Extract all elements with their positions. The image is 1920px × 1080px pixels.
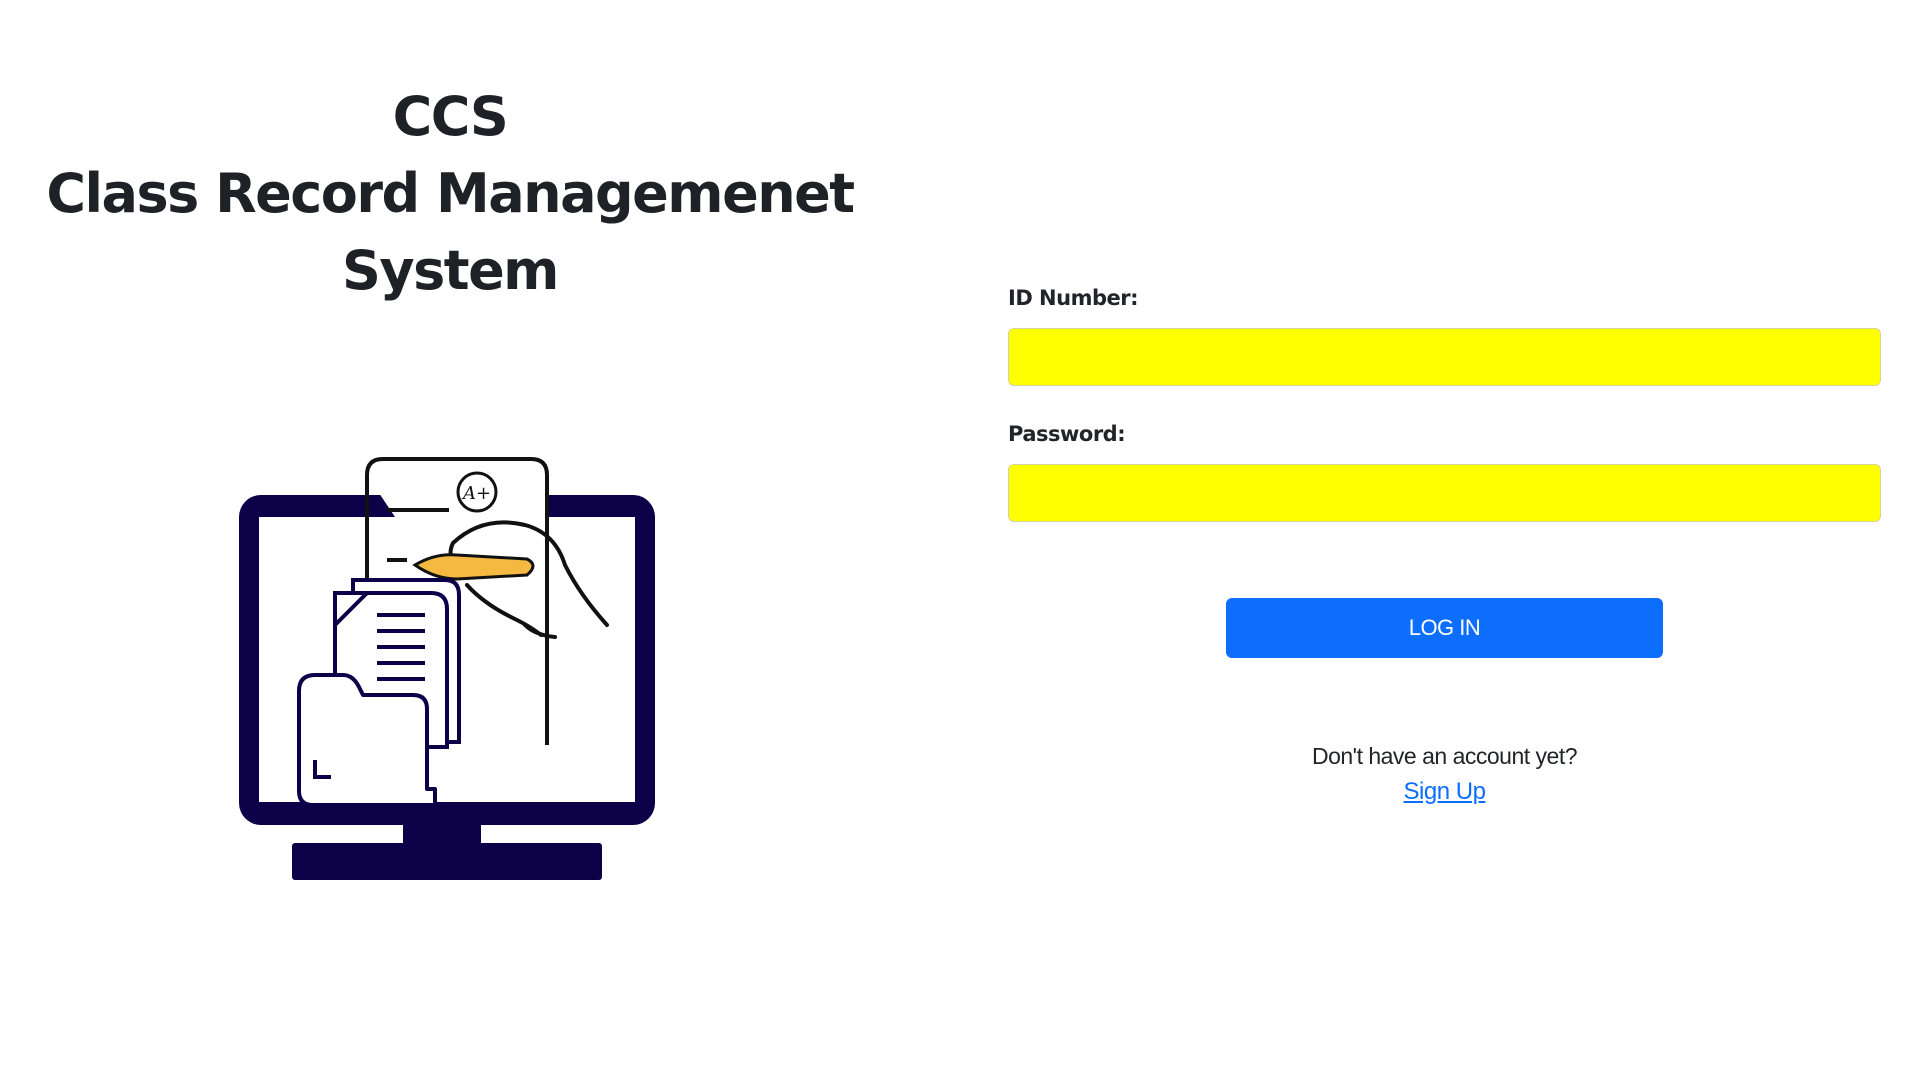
grade-text: A+ bbox=[461, 483, 491, 504]
pencil-icon bbox=[412, 553, 535, 581]
computer-grading-icon: A+ bbox=[239, 457, 655, 880]
login-button[interactable]: LOG IN bbox=[1226, 598, 1663, 658]
title-line-name: Class Record Managemenet bbox=[46, 162, 855, 225]
branding-panel: CCS Class Record Managemenet System A+ bbox=[0, 0, 900, 1080]
id-number-input[interactable] bbox=[1008, 328, 1881, 386]
signup-prompt: Don't have an account yet? bbox=[1311, 743, 1578, 769]
signup-link[interactable]: Sign Up bbox=[1404, 774, 1486, 810]
monitor-base bbox=[292, 843, 602, 880]
password-label: Password: bbox=[1008, 422, 1126, 446]
title-line-system: System bbox=[342, 239, 559, 302]
title-line-acronym: CCS bbox=[392, 85, 509, 148]
login-form: ID Number: Password: LOG IN Don't have a… bbox=[1008, 0, 1883, 1080]
id-number-label: ID Number: bbox=[1008, 286, 1139, 310]
folder-icon bbox=[297, 673, 437, 807]
page-title: CCS Class Record Managemenet System bbox=[0, 78, 900, 309]
signup-section: Don't have an account yet? Sign Up bbox=[1008, 738, 1881, 810]
login-page: CCS Class Record Managemenet System A+ I… bbox=[0, 0, 1920, 1080]
password-input[interactable] bbox=[1008, 464, 1881, 522]
